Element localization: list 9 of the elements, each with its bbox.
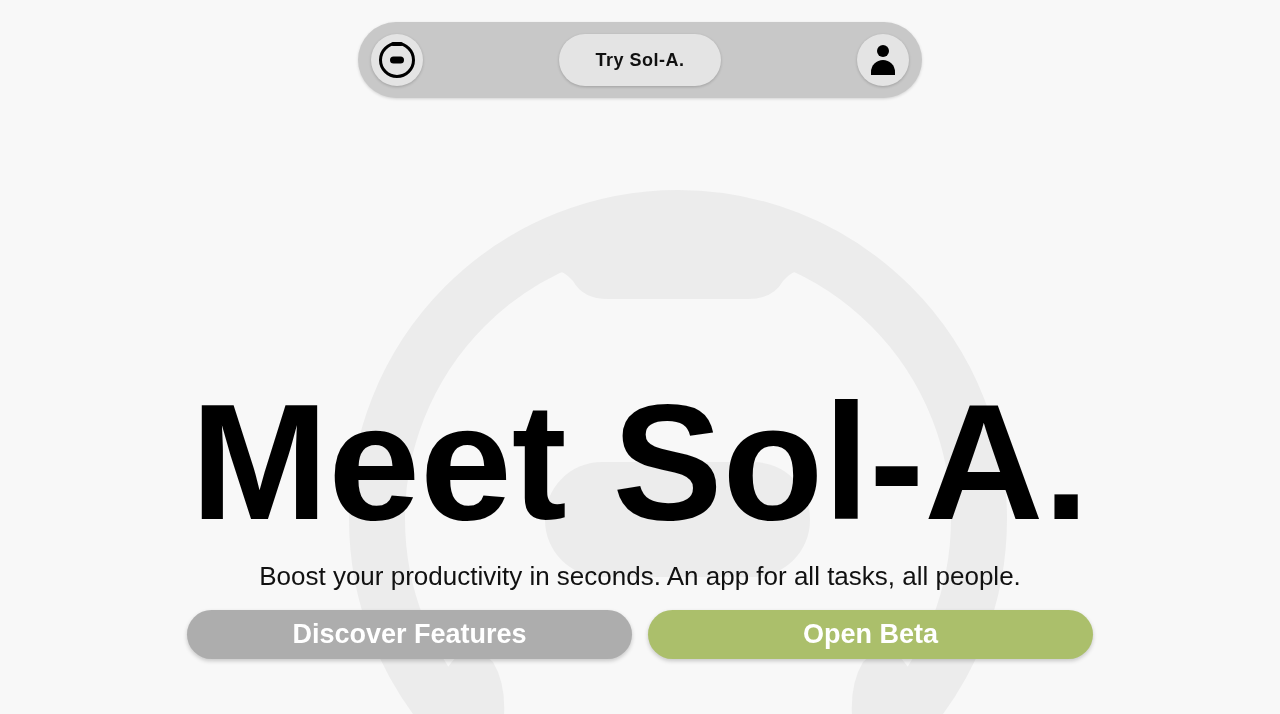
try-button[interactable]: Try Sol-A.	[559, 34, 721, 86]
user-icon	[871, 45, 895, 75]
logo-icon	[378, 41, 416, 79]
hero-title: Meet Sol-A.	[190, 380, 1090, 545]
hero-subtitle: Boost your productivity in seconds. An app for all tasks, all people.	[259, 561, 1021, 592]
beta-button[interactable]: Open Beta	[648, 610, 1093, 659]
account-button[interactable]	[857, 34, 909, 86]
discover-button[interactable]: Discover Features	[187, 610, 632, 659]
logo-button[interactable]	[371, 34, 423, 86]
